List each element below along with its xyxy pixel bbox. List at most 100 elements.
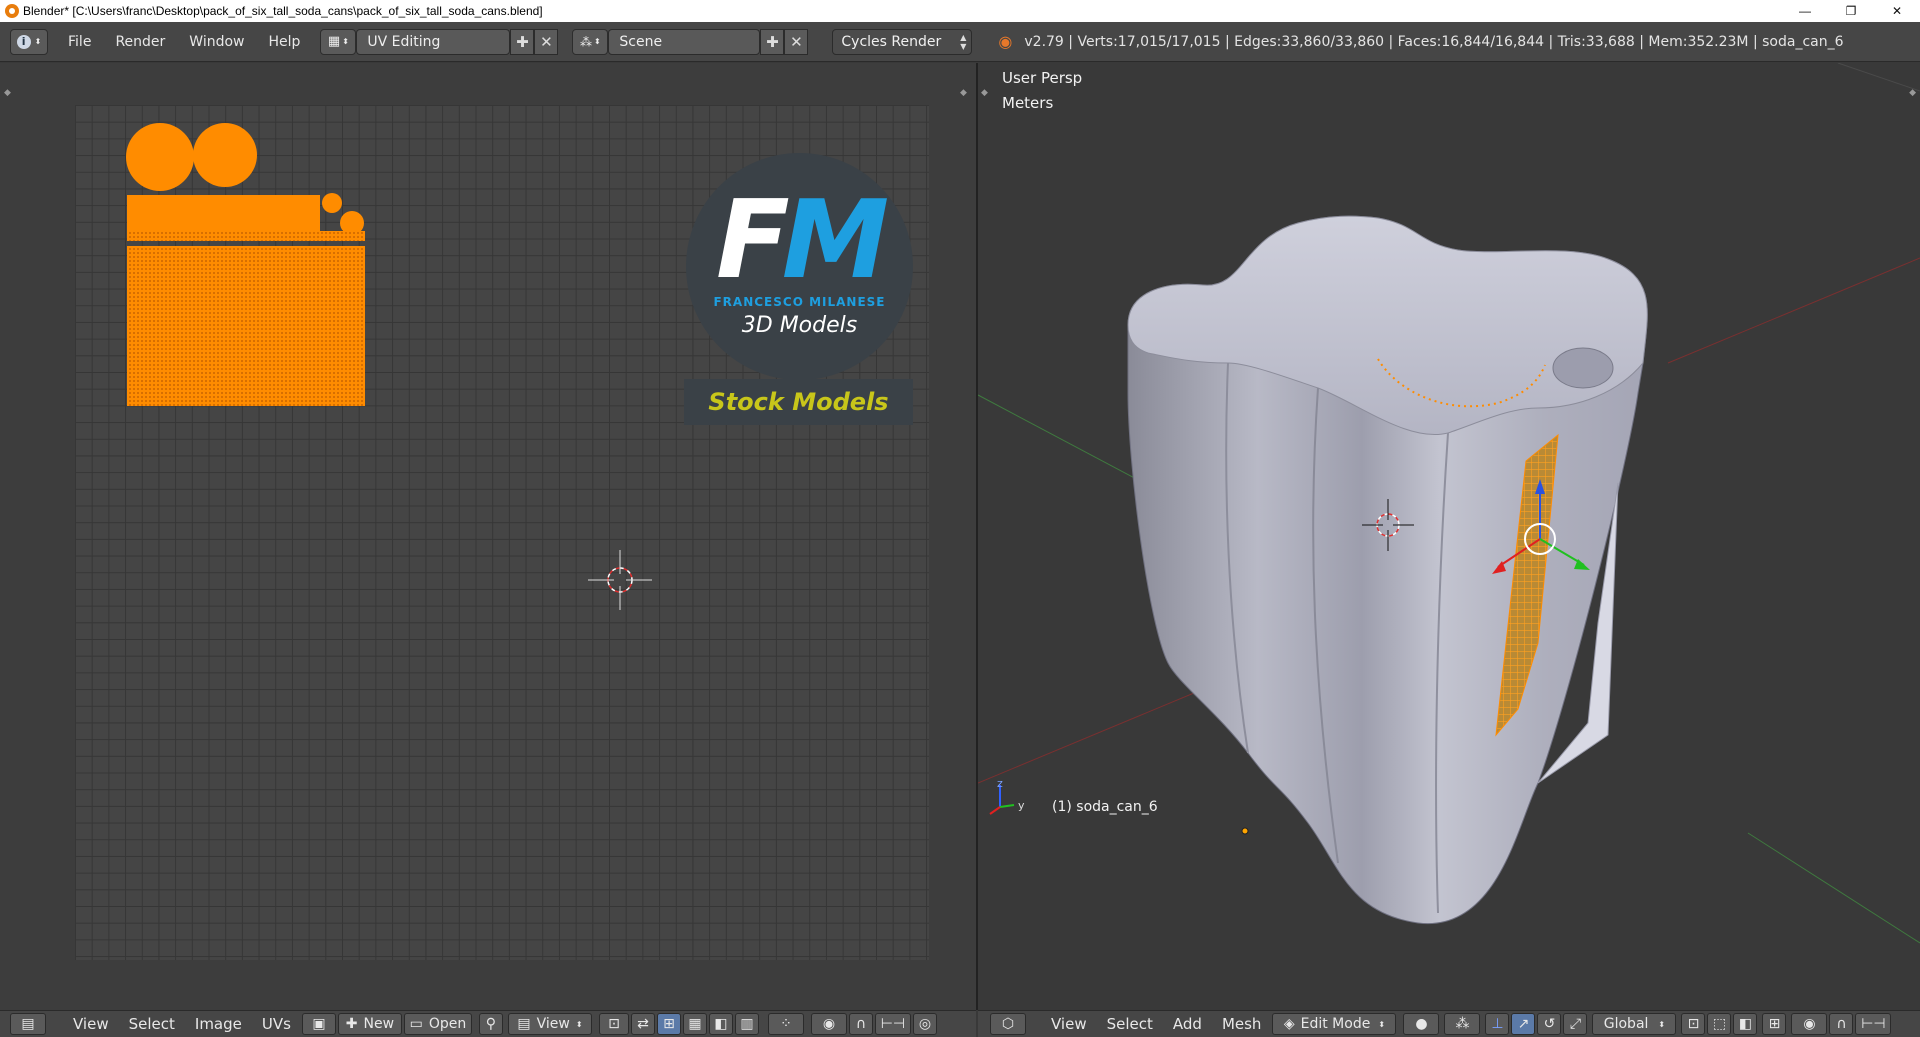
layout-name-field[interactable]: UV Editing xyxy=(356,28,511,55)
rotate-icon: ↺ xyxy=(1543,1016,1556,1032)
vertex-select-button[interactable]: ⊡ xyxy=(1681,1013,1706,1035)
window-title: Blender* [C:\Users\franc\Desktop\pack_of… xyxy=(23,4,543,18)
manipulator-icon: ⊥ xyxy=(1491,1016,1504,1032)
edit-mode-icon: ◈ xyxy=(1283,1016,1295,1032)
editor-type-3d-view-button[interactable]: ⬡ xyxy=(990,1013,1026,1035)
menu-window[interactable]: Window xyxy=(177,29,256,55)
snap-element-icon: ⊢⊣ xyxy=(880,1016,906,1032)
plus-icon: ✚ xyxy=(516,32,529,51)
grid-line xyxy=(1837,63,1920,92)
uv-image-editor[interactable]: ◆ ◆ FM FRANCESCO MILANESE 3D Models Stoc… xyxy=(0,63,976,1010)
menu-render[interactable]: Render xyxy=(103,29,177,55)
uv-menu-image[interactable]: Image xyxy=(185,1015,252,1033)
plus-icon: ✚ xyxy=(345,1016,358,1032)
sync-selection-button[interactable]: ⇄ xyxy=(630,1013,655,1035)
object-origin[interactable] xyxy=(1241,827,1249,835)
magnet-icon: ∩ xyxy=(1836,1016,1847,1032)
axis-y-label: y xyxy=(1018,799,1025,812)
main-menu: File Render Window Help xyxy=(56,29,312,55)
occlusion-icon: ⊞ xyxy=(1768,1016,1781,1032)
pivot-button[interactable]: ⊡ xyxy=(598,1013,629,1035)
maximize-button[interactable]: ❐ xyxy=(1828,0,1874,22)
edge-select-button[interactable]: ⬚ xyxy=(1707,1013,1732,1035)
snap-target-dropdown[interactable]: ⊢⊣ xyxy=(1855,1013,1892,1035)
vertex-select-icon: ⊡ xyxy=(1687,1016,1700,1032)
editor-type-info-button[interactable]: i ⬍ xyxy=(10,28,48,55)
layout-browse-button[interactable]: ▦ ⬍ xyxy=(320,28,357,55)
translate-manipulator-button[interactable]: ↗ xyxy=(1511,1013,1536,1035)
uv-island-can-bottom[interactable] xyxy=(193,123,257,187)
uv-menu-view[interactable]: View xyxy=(63,1015,119,1033)
snap-button[interactable]: ∩ xyxy=(1829,1013,1854,1035)
pivot-point-dropdown[interactable]: ⁂ xyxy=(1444,1013,1481,1035)
sticky-selection-dropdown[interactable]: ⁘ xyxy=(767,1013,804,1035)
delete-scene-button[interactable]: ✕ xyxy=(784,28,809,55)
menu-file[interactable]: File xyxy=(56,29,103,55)
interaction-mode-dropdown[interactable]: ◈ Edit Mode ⬍ xyxy=(1272,1013,1397,1035)
uv-menu-uvs[interactable]: UVs xyxy=(252,1015,301,1033)
uv-island-strip[interactable] xyxy=(127,231,365,241)
edge-mode-icon: ▦ xyxy=(688,1016,702,1032)
layout-name: UV Editing xyxy=(367,33,441,50)
select-vertex-mode-button[interactable]: ⊞ xyxy=(656,1013,681,1035)
image-editor-icon: ▤ xyxy=(21,1016,35,1032)
snap-element-dropdown[interactable]: ⊢⊣ xyxy=(874,1013,911,1035)
vp-menu-add[interactable]: Add xyxy=(1163,1015,1212,1033)
manipulator-toggle-button[interactable]: ⊥ xyxy=(1485,1013,1510,1035)
image-icon: ▣ xyxy=(312,1016,326,1032)
select-edge-mode-button[interactable]: ▦ xyxy=(682,1013,707,1035)
uv-editor-header: ▤ View Select Image UVs ▣ ✚ New ▭ Open ⚲ ▤… xyxy=(0,1010,976,1037)
select-face-mode-button[interactable]: ◧ xyxy=(708,1013,733,1035)
scene-name-field[interactable]: Scene xyxy=(608,28,761,55)
uv-island-body[interactable] xyxy=(127,246,365,406)
transform-orientation-dropdown[interactable]: Global ⬍ xyxy=(1592,1013,1677,1035)
new-image-button[interactable]: ✚ New xyxy=(337,1013,402,1035)
3d-viewport[interactable]: ◆ ◆ User Persp Meters z y (1) soda_can_6 xyxy=(978,63,1920,1010)
add-layout-button[interactable]: ✚ xyxy=(510,28,535,55)
menu-help[interactable]: Help xyxy=(256,29,312,55)
minimize-button[interactable]: — xyxy=(1782,0,1828,22)
vp-menu-view[interactable]: View xyxy=(1041,1015,1097,1033)
face-mode-icon: ◧ xyxy=(714,1016,728,1032)
close-button[interactable]: ✕ xyxy=(1874,0,1920,22)
axis-z-label: z xyxy=(997,777,1003,790)
uv-island-rim[interactable] xyxy=(127,195,320,231)
delete-layout-button[interactable]: ✕ xyxy=(534,28,559,55)
view-mode-dropdown[interactable]: ▤ View ⬍ xyxy=(507,1013,592,1035)
uv-island-can-top[interactable] xyxy=(126,123,194,191)
proportional-edit-dropdown[interactable]: ◉ xyxy=(810,1013,847,1035)
scene-statistics: v2.79 | Verts:17,015/17,015 | Edges:33,8… xyxy=(1024,33,1844,50)
scale-manipulator-button[interactable]: ⤢ xyxy=(1563,1013,1588,1035)
pin-button[interactable]: ⚲ xyxy=(478,1013,503,1035)
open-image-label: Open xyxy=(428,1016,467,1032)
add-scene-button[interactable]: ✚ xyxy=(760,28,785,55)
pivot-point-icon: ⁂ xyxy=(1455,1016,1470,1032)
viewport-scene[interactable] xyxy=(978,63,1920,1010)
editor-type-image-button[interactable]: ▤ xyxy=(10,1013,46,1035)
vp-menu-select[interactable]: Select xyxy=(1097,1015,1163,1033)
layout-grid-icon: ▦ xyxy=(327,34,341,49)
rotate-manipulator-button[interactable]: ↺ xyxy=(1537,1013,1562,1035)
scene-browse-button[interactable]: ⁂ ⬍ xyxy=(572,28,609,55)
arrow-icon: ↗ xyxy=(1517,1016,1530,1032)
vp-menu-mesh[interactable]: Mesh xyxy=(1212,1015,1272,1033)
uv-2d-cursor[interactable] xyxy=(588,550,652,610)
image-browse-button[interactable]: ▣ xyxy=(301,1013,336,1035)
grid-x-axis-line xyxy=(978,682,1219,784)
edge-select-icon: ⬚ xyxy=(1712,1016,1727,1032)
open-image-button[interactable]: ▭ Open xyxy=(403,1013,472,1035)
close-icon: ✕ xyxy=(540,32,553,51)
island-mode-icon: ▥ xyxy=(740,1016,754,1032)
viewport-shading-dropdown[interactable]: ● xyxy=(1403,1013,1440,1035)
face-select-button[interactable]: ◧ xyxy=(1733,1013,1758,1035)
snap-toggle-button[interactable]: ∩ xyxy=(848,1013,873,1035)
window-titlebar: Blender* [C:\Users\franc\Desktop\pack_of… xyxy=(0,0,1920,22)
limit-selection-button[interactable]: ⊞ xyxy=(1762,1013,1787,1035)
render-preview-button[interactable]: ◎ xyxy=(912,1013,937,1035)
uv-island-small[interactable] xyxy=(322,193,342,213)
uv-menu-select[interactable]: Select xyxy=(119,1015,185,1033)
transform-orientation-label: Global xyxy=(1603,1016,1649,1032)
render-engine-dropdown[interactable]: Cycles Render ▲ ▼ xyxy=(832,28,973,55)
select-island-mode-button[interactable]: ▥ xyxy=(734,1013,759,1035)
proportional-editing-dropdown[interactable]: ◉ xyxy=(1791,1013,1828,1035)
